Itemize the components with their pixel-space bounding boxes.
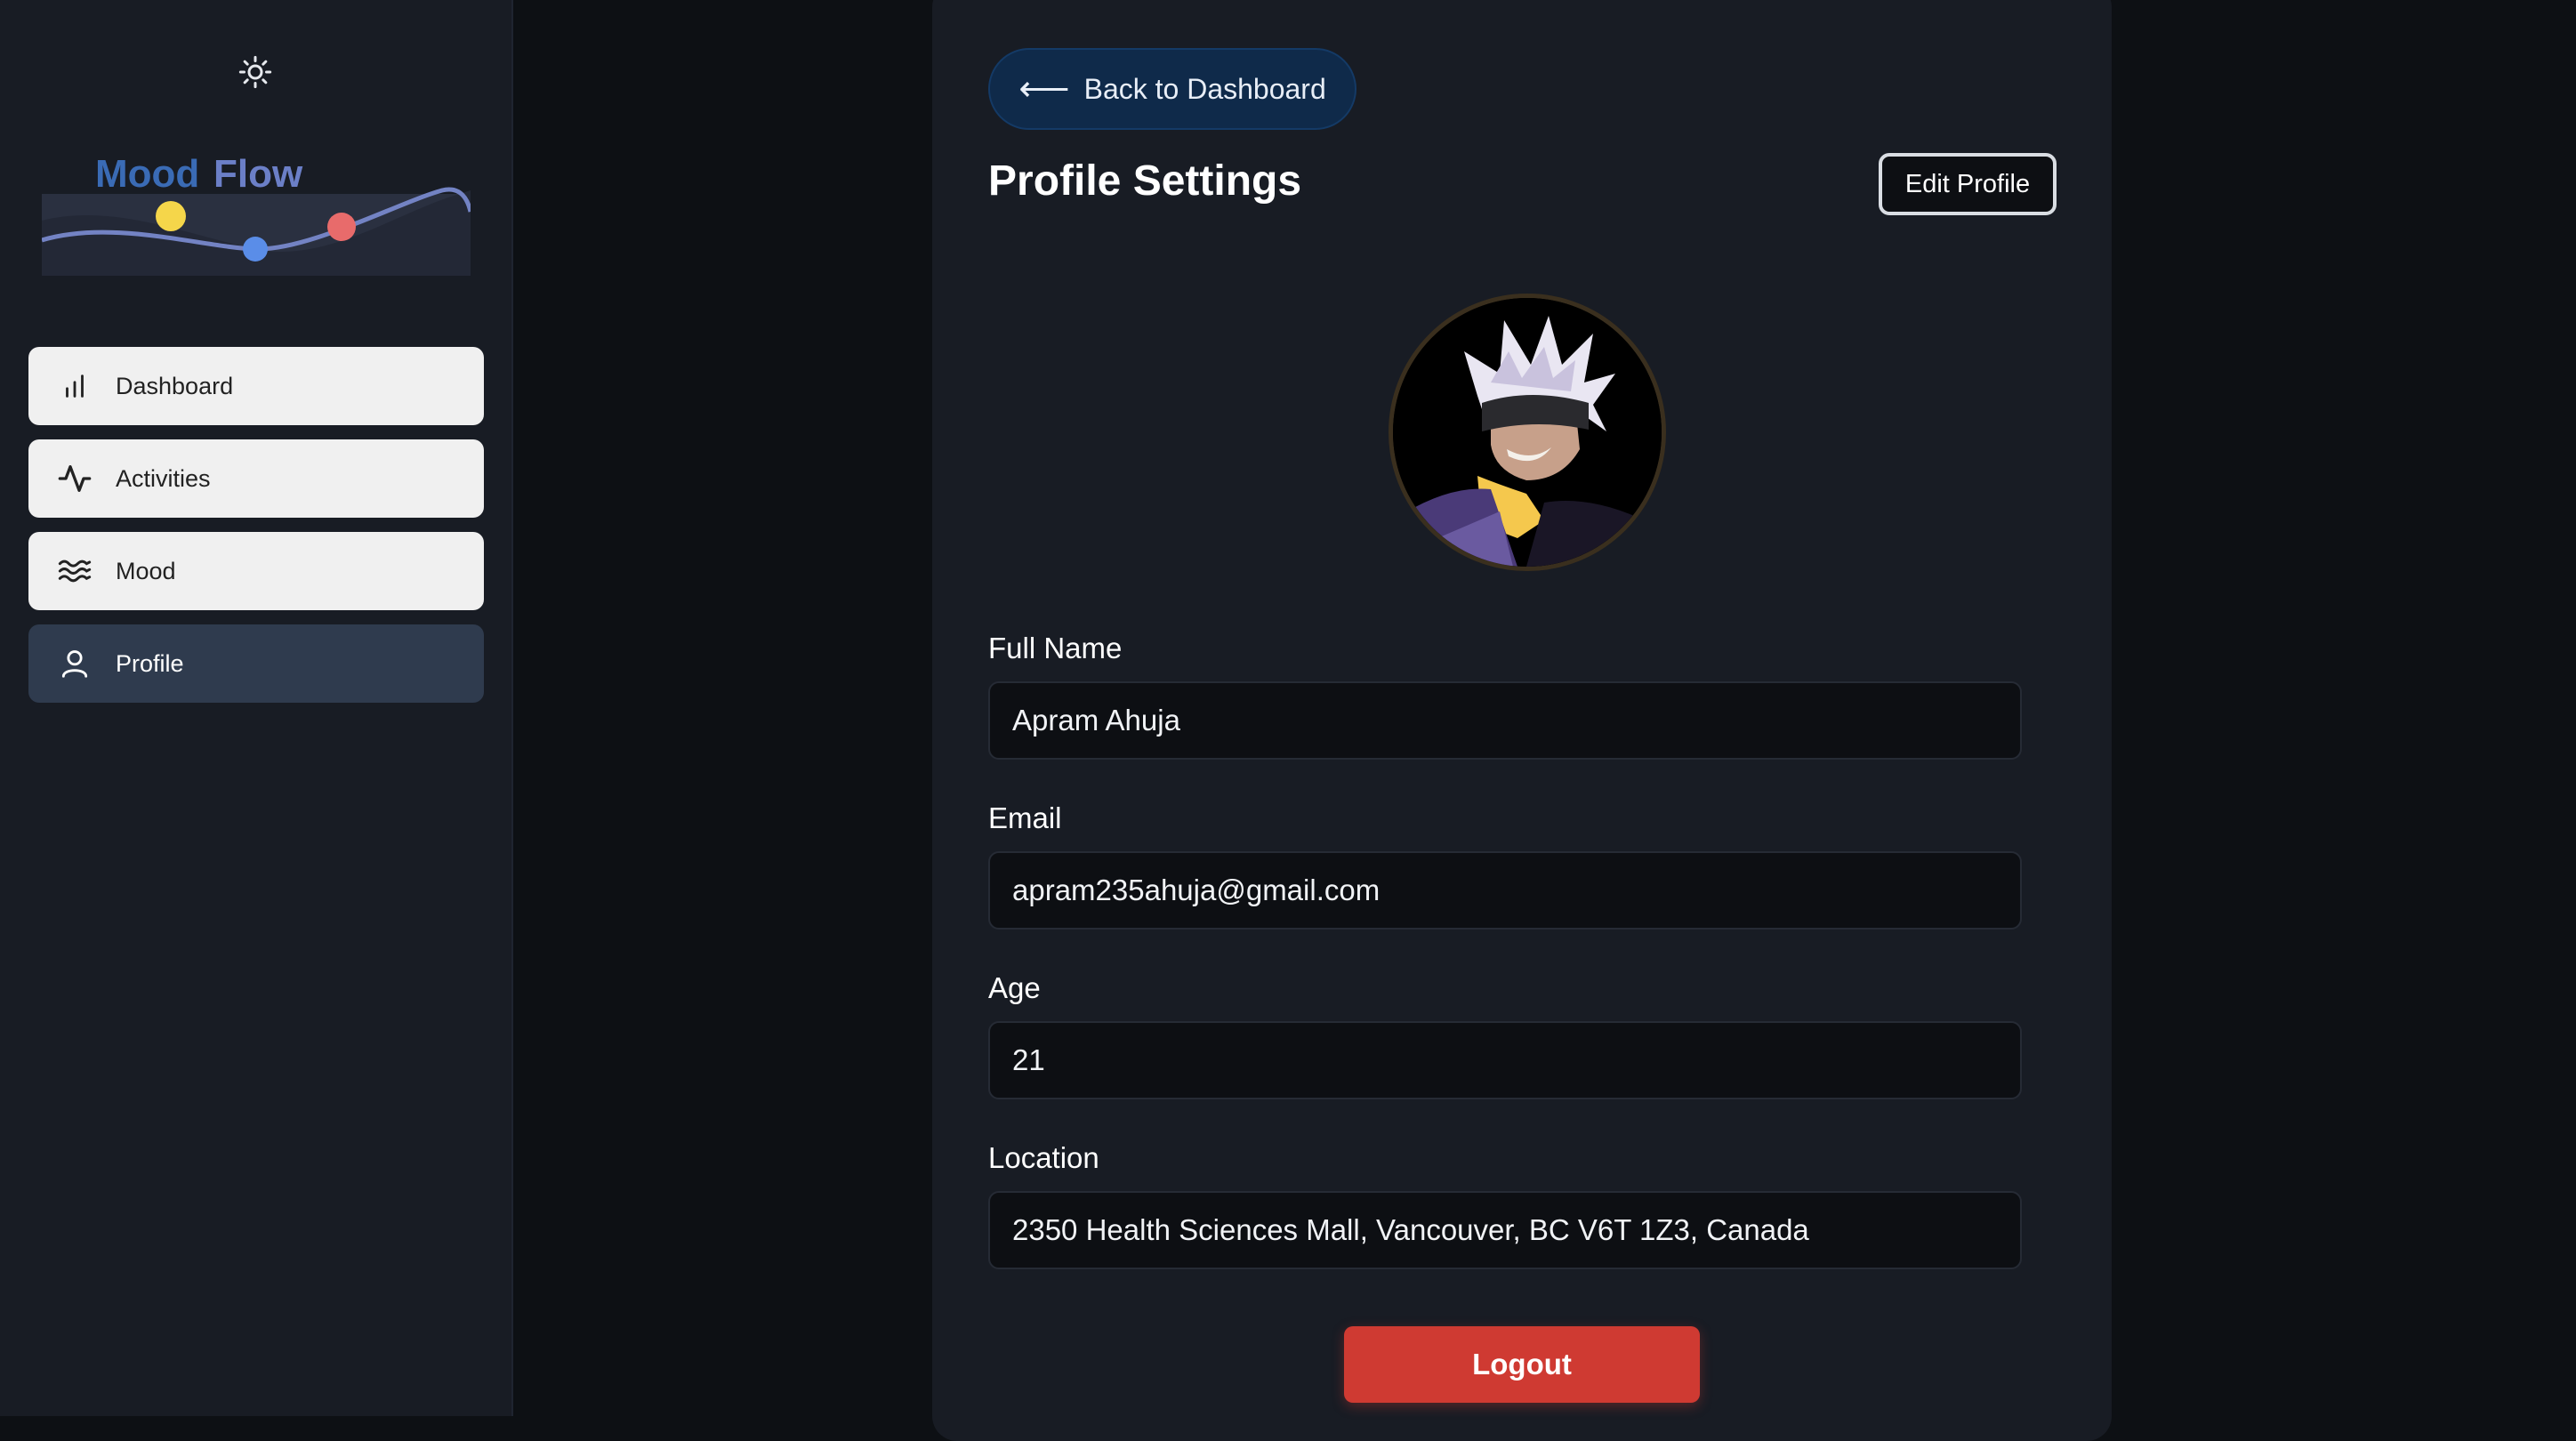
sidebar-item-profile[interactable]: Profile xyxy=(28,624,484,703)
full-name-label: Full Name xyxy=(988,632,1123,664)
user-icon xyxy=(57,646,93,681)
logo-dot-yellow xyxy=(156,201,186,231)
theme-toggle-button[interactable] xyxy=(233,50,278,94)
email-label: Email xyxy=(988,801,1062,834)
activity-icon xyxy=(57,461,93,496)
sidebar-nav: Dashboard Activities Mood Profile xyxy=(28,347,484,717)
logo-dot-red xyxy=(327,213,356,241)
bar-chart-icon xyxy=(57,368,93,404)
sidebar-item-label: Dashboard xyxy=(116,372,234,399)
age-field[interactable] xyxy=(988,1021,2022,1099)
page-title: Profile Settings xyxy=(988,157,1302,205)
avatar[interactable] xyxy=(1389,294,1666,571)
location-field[interactable] xyxy=(988,1191,2022,1269)
sidebar-item-mood[interactable]: Mood xyxy=(28,532,484,610)
sidebar-item-activities[interactable]: Activities xyxy=(28,439,484,518)
sidebar-item-label: Activities xyxy=(116,464,211,492)
waves-icon xyxy=(57,553,93,589)
back-button-label: Back to Dashboard xyxy=(1083,72,1326,105)
sidebar-item-dashboard[interactable]: Dashboard xyxy=(28,347,484,425)
full-name-field[interactable] xyxy=(988,681,2022,760)
sidebar: Mood Flow Dashboard Activities Mood Prof… xyxy=(0,0,513,1416)
location-label: Location xyxy=(988,1141,1099,1174)
age-label: Age xyxy=(988,971,1041,1004)
sidebar-item-label: Mood xyxy=(116,557,176,584)
logo-word-mood: Mood xyxy=(95,152,199,196)
avatar-image xyxy=(1393,298,1662,567)
logout-button[interactable]: Logout xyxy=(1344,1326,1700,1403)
logo-dot-blue xyxy=(243,237,268,262)
arrow-left-icon: ⟵ xyxy=(1018,69,1070,109)
logo-word-flow: Flow xyxy=(213,152,303,196)
edit-profile-button[interactable]: Edit Profile xyxy=(1879,153,2057,215)
app-logo: Mood Flow xyxy=(41,149,473,276)
sun-icon xyxy=(238,55,272,89)
back-to-dashboard-button[interactable]: ⟵ Back to Dashboard xyxy=(988,48,1356,130)
email-field[interactable] xyxy=(988,851,2022,930)
sidebar-item-label: Profile xyxy=(116,649,184,677)
